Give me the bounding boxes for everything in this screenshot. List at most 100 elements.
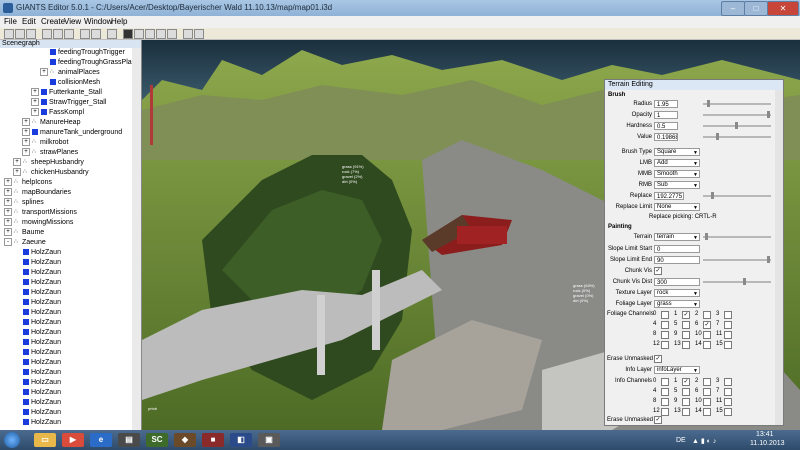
expand-icon[interactable] — [13, 338, 21, 346]
hardness-field[interactable]: 0.5 — [654, 122, 678, 130]
value-slider[interactable] — [703, 133, 771, 140]
expand-icon[interactable] — [13, 268, 21, 276]
texture-layer-select[interactable]: rock ▼ — [654, 289, 700, 297]
cut-icon[interactable] — [42, 29, 52, 39]
info-channel-checkbox[interactable]: ✓ — [682, 378, 690, 386]
value-field[interactable]: 0.19868 — [654, 133, 678, 141]
foliage-channel-checkbox[interactable] — [661, 321, 669, 329]
info-channel-checkbox[interactable] — [682, 408, 690, 416]
scale-icon[interactable] — [167, 29, 177, 39]
expand-icon[interactable]: + — [31, 88, 39, 97]
foliage-channel-checkbox[interactable] — [724, 321, 732, 329]
info-channel-checkbox[interactable] — [724, 398, 732, 406]
tree-item[interactable]: HolzZaun — [13, 278, 61, 288]
tree-item[interactable]: + ∴ splines — [4, 198, 44, 208]
expand-icon[interactable]: + — [22, 138, 30, 147]
tree-item[interactable]: HolzZaun — [13, 368, 61, 378]
terrain-panel-scrollbar[interactable] — [775, 90, 783, 425]
tree-item[interactable]: + FassKompl — [31, 108, 84, 118]
menu-create[interactable]: Create — [41, 17, 65, 26]
undo-icon[interactable] — [80, 29, 90, 39]
copy-icon[interactable] — [53, 29, 63, 39]
paint-tool-icon[interactable] — [194, 29, 204, 39]
expand-icon[interactable]: + — [4, 178, 12, 187]
tree-item[interactable]: HolzZaun — [13, 348, 61, 358]
expand-icon[interactable]: + — [4, 228, 12, 237]
expand-icon[interactable]: + — [13, 158, 21, 167]
tractor-app-icon[interactable]: ■ — [202, 433, 224, 447]
tree-item[interactable]: + ∴ transportMissions — [4, 208, 77, 218]
terrain-select[interactable]: terrain ▼ — [654, 233, 700, 241]
tree-item[interactable]: HolzZaun — [13, 328, 61, 338]
tree-item[interactable]: + ∴ chickenHusbandry — [13, 168, 89, 178]
tree-item[interactable]: collisionMesh — [40, 78, 100, 88]
tree-item[interactable]: HolzZaun — [13, 288, 61, 298]
expand-icon[interactable]: + — [22, 128, 30, 137]
save-icon[interactable] — [26, 29, 36, 39]
expand-icon[interactable] — [13, 298, 21, 306]
chunk-vis-checkbox[interactable]: ✓ — [654, 267, 662, 275]
tree-item[interactable]: + ∴ Baume — [4, 228, 44, 238]
info-channel-checkbox[interactable] — [724, 388, 732, 396]
expand-icon[interactable]: + — [4, 208, 12, 217]
tree-item[interactable]: + ∴ ManureHeap — [22, 118, 80, 128]
foliage-channel-checkbox[interactable] — [682, 341, 690, 349]
opacity-field[interactable]: 1 — [654, 111, 678, 119]
foliage-channel-checkbox[interactable] — [703, 331, 711, 339]
media-player-icon[interactable]: ▶ — [62, 433, 84, 447]
erase-unmasked-2-checkbox[interactable]: ✓ — [654, 416, 662, 424]
slope-end-field[interactable]: 90 — [654, 256, 700, 264]
tree-item[interactable]: HolzZaun — [13, 388, 61, 398]
tree-item[interactable]: HolzZaun — [13, 408, 61, 418]
info-channel-checkbox[interactable] — [661, 408, 669, 416]
clock-date[interactable]: 11.10.2013 — [750, 440, 785, 447]
expand-icon[interactable] — [13, 408, 21, 416]
foliage-channel-checkbox[interactable] — [724, 341, 732, 349]
tree-item[interactable]: feedingTroughTrigger — [40, 48, 125, 58]
collapse-icon[interactable]: - — [4, 238, 12, 247]
slope-start-field[interactable]: 0 — [654, 245, 700, 253]
expand-icon[interactable] — [13, 288, 21, 296]
tree-item[interactable]: + ∴ sheepHusbandry — [13, 158, 84, 168]
play-icon[interactable] — [123, 29, 133, 39]
expand-icon[interactable] — [13, 328, 21, 336]
giants-editor-icon[interactable]: ◧ — [230, 433, 252, 447]
chunk-dist-field[interactable]: 300 — [654, 278, 700, 286]
expand-icon[interactable]: + — [4, 198, 12, 207]
info-channel-checkbox[interactable] — [682, 398, 690, 406]
info-channel-checkbox[interactable] — [703, 378, 711, 386]
menu-view[interactable]: View — [64, 17, 81, 26]
language-indicator[interactable]: DE — [676, 437, 686, 444]
tree-item[interactable]: HolzZaun — [13, 358, 61, 368]
rmb-select[interactable]: Sub ▼ — [654, 181, 700, 189]
expand-icon[interactable] — [13, 418, 21, 426]
tree-item[interactable]: feedingTroughGrassPlane — [40, 58, 132, 68]
internet-explorer-icon[interactable]: e — [90, 433, 112, 447]
tree-item[interactable]: HolzZaun — [13, 298, 61, 308]
explorer-icon[interactable]: ▭ — [34, 433, 56, 447]
maximize-button[interactable]: □ — [744, 1, 768, 16]
info-channel-checkbox[interactable] — [703, 388, 711, 396]
radius-slider[interactable] — [703, 100, 771, 107]
mmb-select[interactable]: Smooth ▼ — [654, 170, 700, 178]
select-icon[interactable] — [134, 29, 144, 39]
lmb-select[interactable]: Add ▼ — [654, 159, 700, 167]
tree-item[interactable]: HolzZaun — [13, 398, 61, 408]
minimize-button[interactable]: – — [721, 1, 745, 16]
expand-icon[interactable] — [13, 348, 21, 356]
info-channel-checkbox[interactable] — [724, 378, 732, 386]
sc-app-icon[interactable]: SC — [146, 433, 168, 447]
info-channel-checkbox[interactable] — [703, 398, 711, 406]
expand-icon[interactable] — [13, 358, 21, 366]
tree-item[interactable]: + ∴ mapBoundaries — [4, 188, 71, 198]
foliage-channel-checkbox[interactable] — [682, 321, 690, 329]
info-layer-select[interactable]: infoLayer ▼ — [654, 366, 700, 374]
menu-window[interactable]: Window — [84, 17, 112, 26]
tree-item[interactable]: HolzZaun — [13, 258, 61, 268]
open-file-icon[interactable] — [15, 29, 25, 39]
replace-field[interactable]: 192.2775 — [654, 192, 684, 200]
tree-item[interactable]: HolzZaun — [13, 378, 61, 388]
tree-item[interactable]: HolzZaun — [13, 308, 61, 318]
erase-unmasked-checkbox[interactable]: ✓ — [654, 355, 662, 363]
tree-item[interactable]: + Futterkante_Stall — [31, 88, 102, 98]
